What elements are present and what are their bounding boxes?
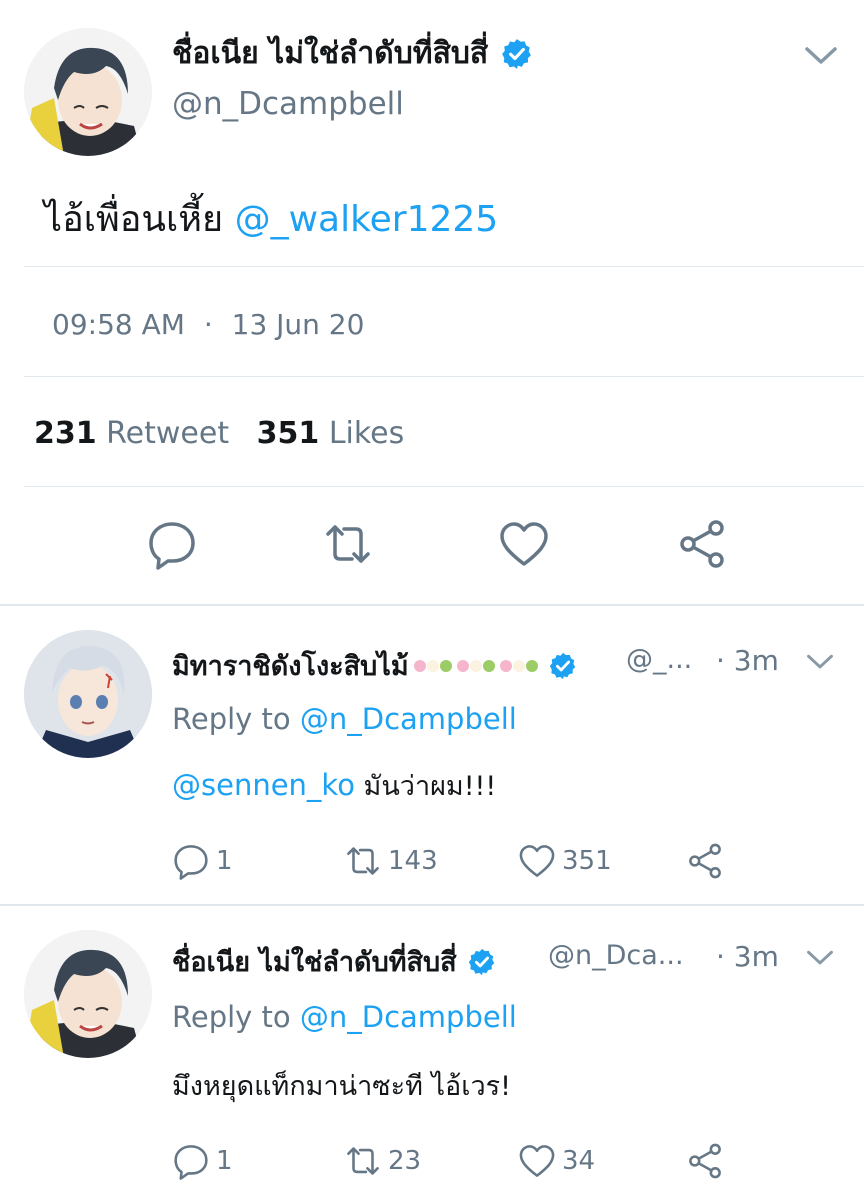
reply-author-name[interactable]: ชื่อเนีย ไม่ใช่ลำดับที่สิบสี่	[172, 940, 497, 983]
tweet-text-body: ไอ้เพื่อนเหี้ย	[44, 199, 224, 240]
like-label[interactable]: Likes	[329, 416, 404, 451]
reply-button[interactable]: 1	[172, 842, 233, 880]
heart-icon[interactable]	[498, 518, 550, 570]
retweet-icon	[344, 842, 382, 880]
author-name[interactable]: ชื่อเนีย ไม่ใช่ลำดับที่สิบสี่	[172, 30, 534, 77]
reply-text-body: มันว่าผม!!!	[363, 771, 497, 802]
reply-avatar[interactable]	[24, 630, 152, 758]
reply-to-label: Reply to	[172, 1000, 291, 1034]
reply-icon	[172, 1142, 210, 1180]
verified-badge-icon	[467, 947, 497, 977]
retweet-icon[interactable]	[322, 518, 374, 570]
reply-avatar[interactable]	[24, 930, 152, 1058]
tweet-time: 09:58 AM	[52, 308, 185, 341]
divider	[24, 486, 864, 487]
section-divider	[0, 604, 864, 606]
section-divider	[0, 904, 864, 906]
reply-to-handle-link[interactable]: @n_Dcampbell	[300, 1000, 517, 1034]
reply-time: · 3m	[716, 940, 779, 973]
dango-emoji-icon	[456, 659, 495, 672]
like-count[interactable]: 351	[257, 416, 320, 451]
chevron-down-icon[interactable]	[806, 948, 834, 968]
share-icon	[686, 842, 724, 880]
reply-to-line: Reply to @n_Dcampbell	[172, 702, 517, 736]
tweet-stats: 231 Retweet 351 Likes	[34, 416, 404, 451]
reply-to-label: Reply to	[172, 702, 291, 736]
reply-author-handle[interactable]: @n_Dca...	[548, 940, 684, 971]
author-handle[interactable]: @n_Dcampbell	[172, 86, 404, 122]
heart-icon	[518, 1142, 556, 1180]
reply-text: มึงหยุดแท็กมาน่าซะที ไอ้เวร!	[172, 1064, 511, 1107]
reply-time: · 3m	[716, 644, 779, 677]
divider	[24, 376, 864, 377]
share-button[interactable]	[686, 1142, 730, 1180]
verified-badge-icon	[500, 37, 534, 71]
reply-author-name-text: มิทาราชิดังโงะสิบไม้	[172, 651, 409, 682]
author-name-text: ชื่อเนีย ไม่ใช่ลำดับที่สิบสี่	[172, 36, 489, 71]
reply-text-body: มึงหยุดแท็กมาน่าซะที ไอ้เวร!	[172, 1071, 511, 1102]
share-button[interactable]	[686, 842, 730, 880]
reply-to-handle-link[interactable]: @n_Dcampbell	[300, 702, 517, 736]
reply-count: 1	[216, 1146, 233, 1176]
retweet-count: 23	[388, 1146, 422, 1176]
reply-author-name[interactable]: มิทาราชิดังโงะสิบไม้	[172, 644, 578, 687]
tweet-timestamp: 09:58 AM · 13 Jun 20	[52, 308, 364, 341]
verified-badge-icon	[548, 651, 578, 681]
chevron-down-icon[interactable]	[806, 652, 834, 672]
reply-author-handle[interactable]: @_...	[626, 644, 692, 675]
retweet-count: 143	[388, 846, 438, 876]
dango-emoji-icon	[499, 659, 538, 672]
retweet-label[interactable]: Retweet	[106, 416, 229, 451]
reply-icon[interactable]	[146, 518, 198, 570]
reply-mention-link[interactable]: @sennen_ko	[172, 768, 355, 802]
reply-count: 1	[216, 846, 233, 876]
retweet-count[interactable]: 231	[34, 416, 97, 451]
tweet-mention-link[interactable]: @_walker1225	[235, 199, 499, 240]
reply-icon	[172, 842, 210, 880]
like-button[interactable]: 351	[518, 842, 612, 880]
author-avatar[interactable]	[24, 28, 152, 156]
retweet-button[interactable]: 23	[344, 1142, 421, 1180]
share-icon	[686, 1142, 724, 1180]
reply-text: @sennen_ko มันว่าผม!!!	[172, 764, 496, 807]
heart-icon	[518, 842, 556, 880]
retweet-icon	[344, 1142, 382, 1180]
dango-emoji-icon	[413, 659, 452, 672]
chevron-down-icon[interactable]	[804, 44, 838, 68]
share-icon[interactable]	[676, 518, 728, 570]
tweet-date: 13 Jun 20	[231, 308, 365, 341]
timestamp-separator: ·	[203, 308, 213, 341]
retweet-button[interactable]: 143	[344, 842, 438, 880]
tweet-text: ไอ้เพื่อนเหี้ย @_walker1225	[44, 190, 498, 247]
divider	[24, 266, 864, 267]
reply-button[interactable]: 1	[172, 1142, 233, 1180]
like-button[interactable]: 34	[518, 1142, 595, 1180]
like-count: 351	[562, 846, 612, 876]
like-count: 34	[562, 1146, 596, 1176]
reply-author-name-text: ชื่อเนีย ไม่ใช่ลำดับที่สิบสี่	[172, 947, 457, 978]
reply-to-line: Reply to @n_Dcampbell	[172, 1000, 517, 1034]
